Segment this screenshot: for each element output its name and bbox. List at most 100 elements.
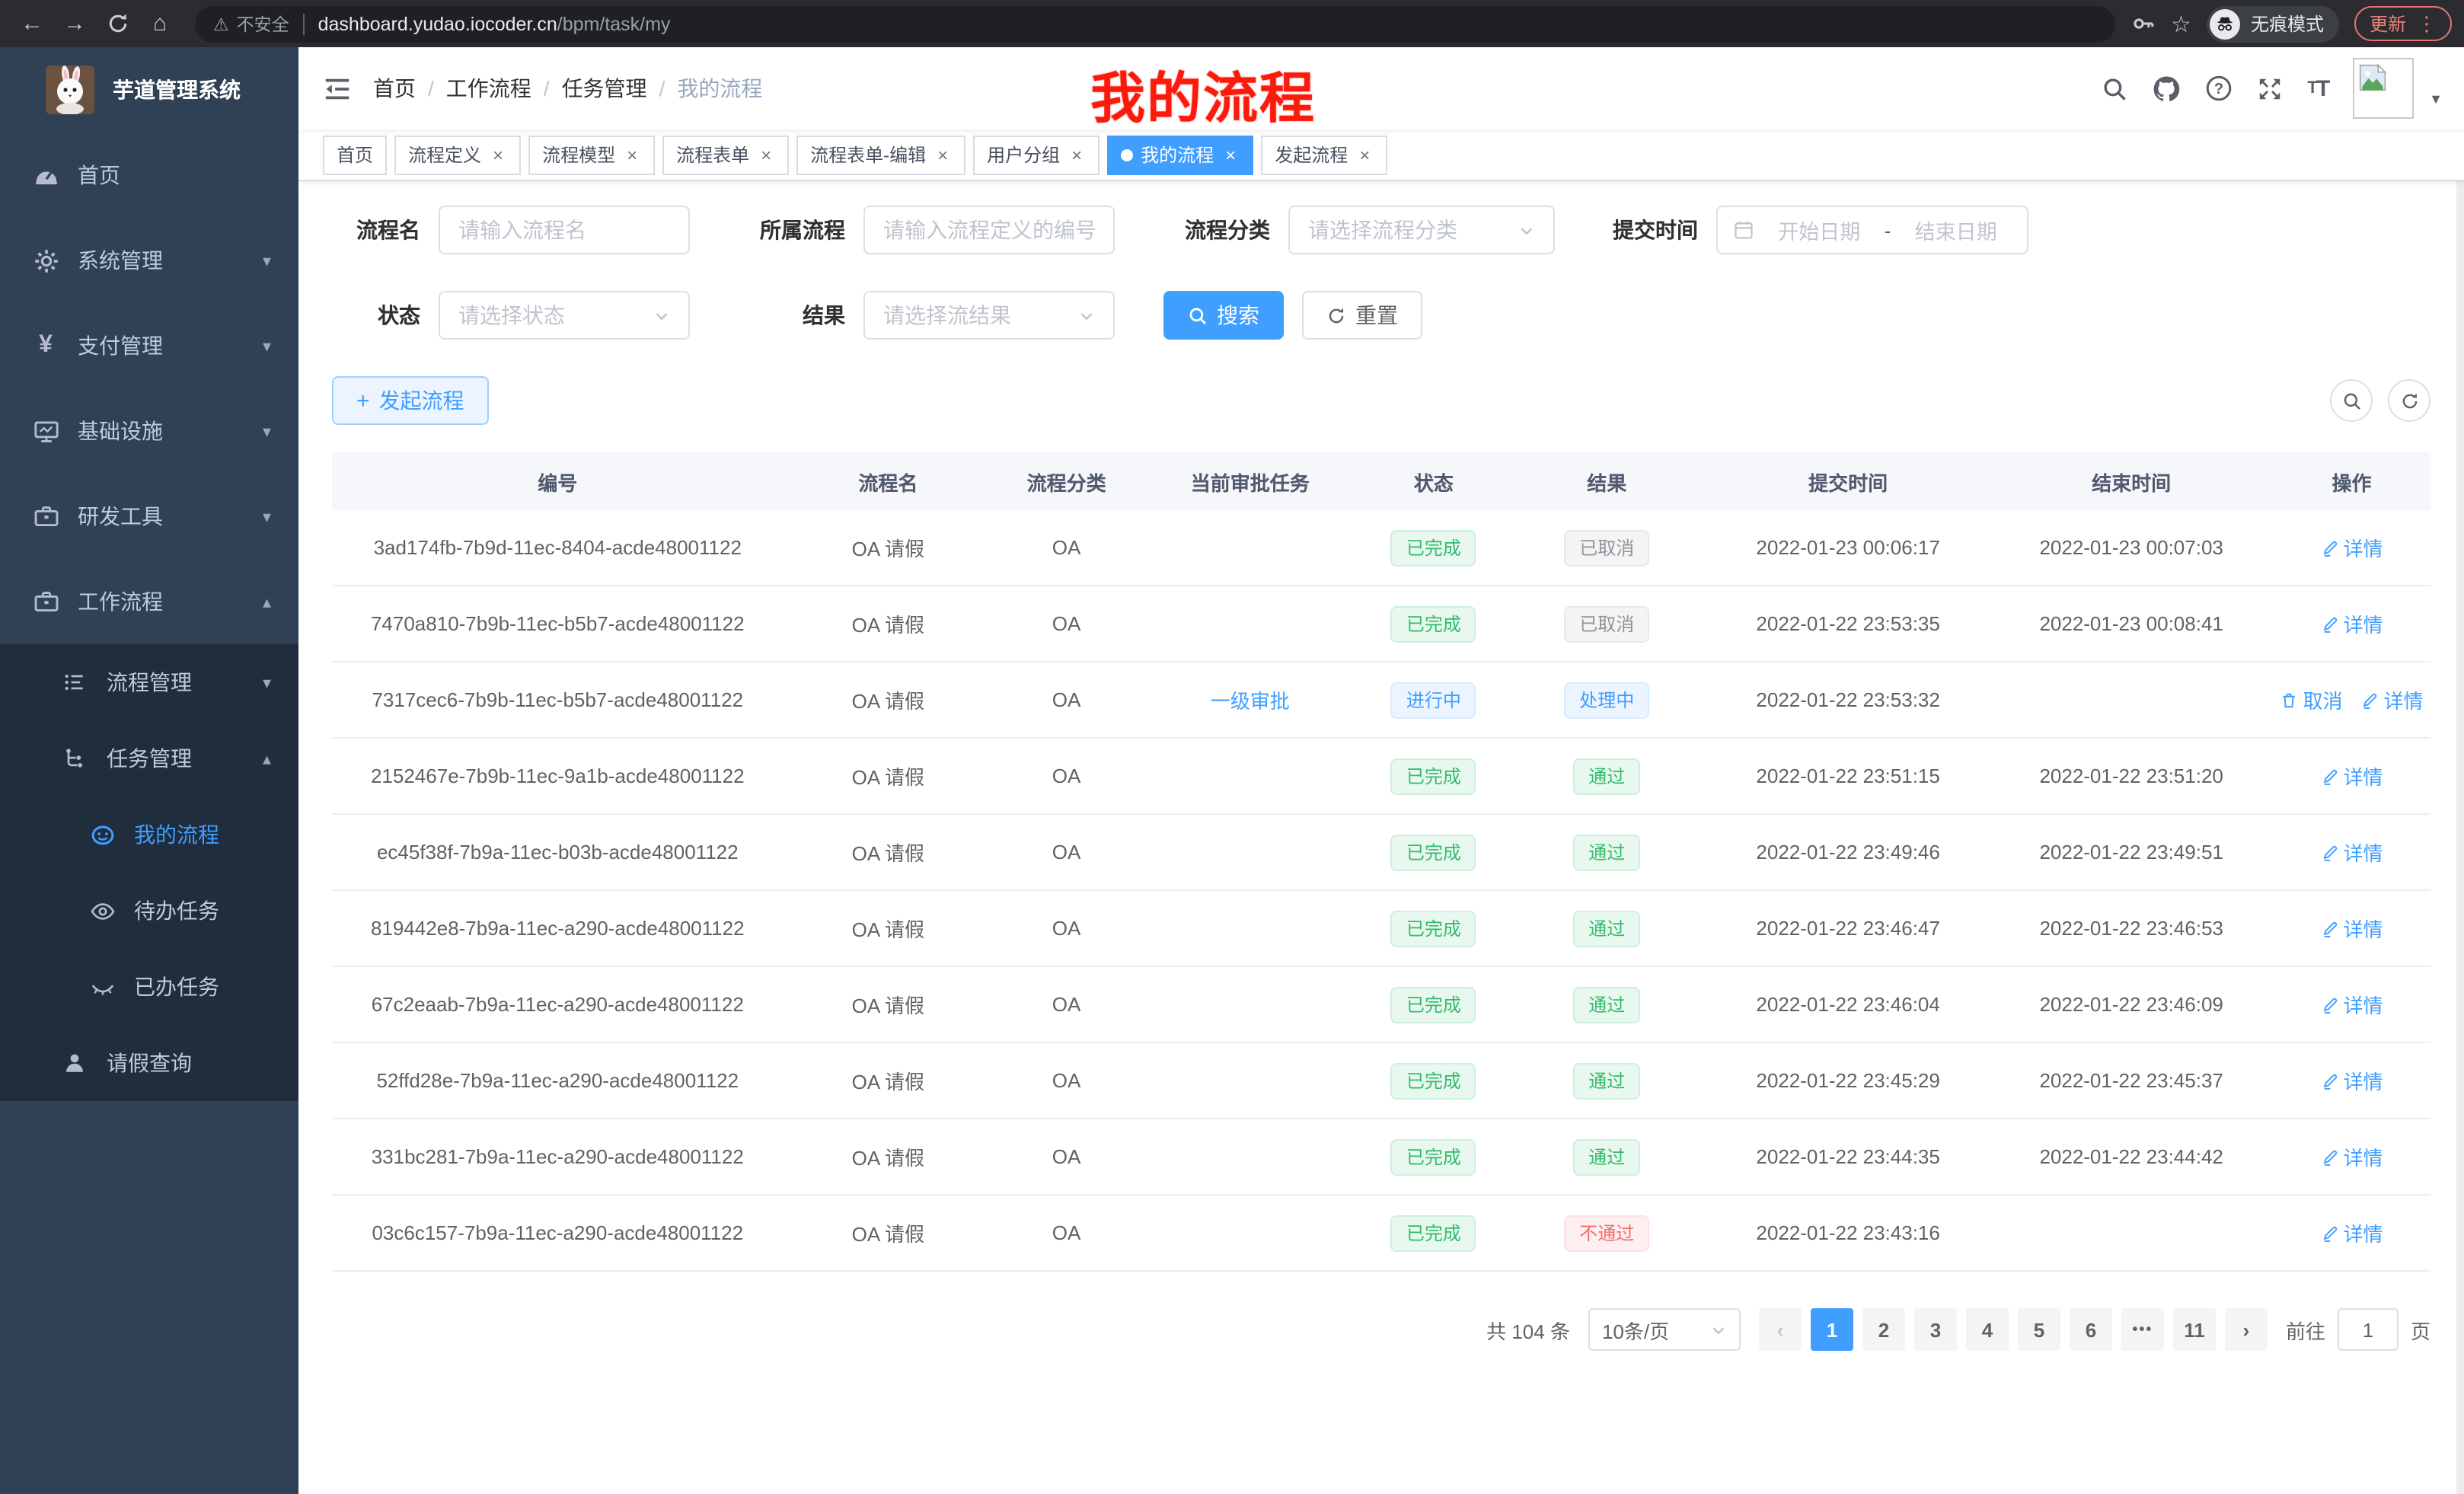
detail-link[interactable]: 详情 xyxy=(2321,609,2383,638)
tab-process-model[interactable]: 流程模型× xyxy=(528,135,655,174)
page-4[interactable]: 4 xyxy=(1966,1308,2009,1351)
password-key-icon[interactable] xyxy=(2130,11,2156,37)
search-button[interactable]: 搜索 xyxy=(1163,291,1284,340)
update-button[interactable]: 更新 ⋮ xyxy=(2354,6,2452,41)
avatar[interactable] xyxy=(2353,58,2414,119)
submit-time-range[interactable]: 开始日期 - 结束日期 xyxy=(1716,206,2028,254)
breadcrumb-task[interactable]: 任务管理 xyxy=(562,73,647,104)
process-name-input[interactable] xyxy=(458,218,670,242)
close-icon[interactable]: × xyxy=(934,144,952,165)
sidebar-item-home[interactable]: 首页 xyxy=(0,132,298,218)
breadcrumb-home[interactable]: 首页 xyxy=(373,73,416,104)
tabs-bar: 首页 流程定义× 流程模型× 流程表单× 流程表单-编辑× 用户分组× 我的流程… xyxy=(298,129,2464,181)
detail-link[interactable]: 详情 xyxy=(2321,838,2383,867)
page-1[interactable]: 1 xyxy=(1811,1308,1853,1351)
sidebar-item-system[interactable]: 系统管理 ▾ xyxy=(0,218,298,303)
page-3[interactable]: 3 xyxy=(1914,1308,1957,1351)
detail-link[interactable]: 详情 xyxy=(2361,685,2424,714)
result-select[interactable]: 请选择流结果 xyxy=(863,291,1115,340)
forward-icon[interactable]: → xyxy=(55,4,94,43)
cancel-link[interactable]: 取消 xyxy=(2280,685,2343,714)
refresh-button[interactable] xyxy=(2388,379,2430,422)
scrollbar[interactable] xyxy=(2456,47,2464,1494)
result-badge: 通过 xyxy=(1573,758,1640,794)
reset-button[interactable]: 重置 xyxy=(1302,291,1422,340)
status-select[interactable]: 请选择状态 xyxy=(439,291,690,340)
detail-link[interactable]: 详情 xyxy=(2321,761,2383,790)
tab-start-process[interactable]: 发起流程× xyxy=(1261,135,1387,174)
fullscreen-icon[interactable] xyxy=(2257,75,2283,101)
sidebar-item-pay[interactable]: ¥ 支付管理 ▾ xyxy=(0,303,298,388)
sidebar-item-workflow[interactable]: 工作流程 ▴ xyxy=(0,559,298,644)
prev-page-icon[interactable]: ‹ xyxy=(1759,1308,1802,1351)
process-id: 03c6c157-7b9a-11ec-a290-acde48001122 xyxy=(332,1221,784,1244)
sidebar-item-process-mgmt[interactable]: 流程管理 ▾ xyxy=(0,644,298,720)
font-size-icon[interactable]: TT xyxy=(2307,75,2328,101)
close-icon[interactable]: × xyxy=(757,144,775,165)
detail-link[interactable]: 详情 xyxy=(2321,533,2383,562)
tab-home[interactable]: 首页 xyxy=(323,135,387,174)
close-icon[interactable]: × xyxy=(489,144,507,165)
pagination: 共 104 条 10条/页 ‹ 1 2 3 4 5 6 ••• 11 xyxy=(332,1308,2430,1351)
sidebar-item-task-mgmt[interactable]: 任务管理 ▴ xyxy=(0,720,298,796)
page-size-select[interactable]: 10条/页 xyxy=(1588,1308,1741,1351)
dashboard-icon xyxy=(32,161,59,189)
page-2[interactable]: 2 xyxy=(1862,1308,1905,1351)
tab-my-process[interactable]: 我的流程× xyxy=(1107,135,1253,174)
app-title: 芋道管理系统 xyxy=(113,75,241,105)
page-ellipsis[interactable]: ••• xyxy=(2121,1308,2164,1351)
tab-process-form-edit[interactable]: 流程表单-编辑× xyxy=(796,135,965,174)
close-icon[interactable]: × xyxy=(1355,144,1374,165)
sidebar-item-dev[interactable]: 研发工具 ▾ xyxy=(0,474,298,559)
address-bar[interactable]: ⚠ 不安全 dashboard.yudao.iocoder.cn/bpm/tas… xyxy=(195,5,2115,42)
sidebar-item-todo-task[interactable]: 待办任务 xyxy=(0,873,298,949)
goto-page-input[interactable] xyxy=(2338,1308,2399,1351)
detail-link[interactable]: 详情 xyxy=(2321,1218,2383,1247)
sidebar-item-leave-query[interactable]: 请假查询 xyxy=(0,1025,298,1101)
show-search-button[interactable] xyxy=(2330,379,2373,422)
close-icon[interactable]: × xyxy=(623,144,641,165)
close-icon[interactable]: × xyxy=(1068,144,1086,165)
detail-link[interactable]: 详情 xyxy=(2321,914,2383,943)
current-task-link[interactable]: 一级审批 xyxy=(1211,685,1290,714)
bookmark-star-icon[interactable]: ☆ xyxy=(2171,10,2191,37)
table-row: ec45f38f-7b9a-11ec-b03b-acde48001122 OA … xyxy=(332,815,2430,891)
start-process-button[interactable]: + 发起流程 xyxy=(332,376,489,425)
page-5[interactable]: 5 xyxy=(2018,1308,2060,1351)
detail-link[interactable]: 详情 xyxy=(2321,1142,2383,1171)
reload-icon[interactable] xyxy=(97,4,137,43)
sidebar-item-my-process[interactable]: 我的流程 xyxy=(0,796,298,873)
next-page-icon[interactable]: › xyxy=(2225,1308,2268,1351)
tab-process-form[interactable]: 流程表单× xyxy=(662,135,789,174)
tab-process-definition[interactable]: 流程定义× xyxy=(394,135,521,174)
detail-link[interactable]: 详情 xyxy=(2321,1066,2383,1095)
github-icon[interactable] xyxy=(2152,74,2181,103)
avatar-caret-icon[interactable]: ▼ xyxy=(2429,91,2443,107)
process-definition-input[interactable] xyxy=(883,218,1095,242)
screen: ← → ⌂ ⚠ 不安全 dashboard.yudao.iocoder.cn/b… xyxy=(0,0,2464,1494)
process-id: 2152467e-7b9b-11ec-9a1b-acde48001122 xyxy=(332,765,784,787)
detail-link[interactable]: 详情 xyxy=(2321,990,2383,1019)
category-select[interactable]: 请选择流程分类 xyxy=(1288,206,1555,254)
home-icon[interactable]: ⌂ xyxy=(140,4,180,43)
browser-menu-icon[interactable]: ⋮ xyxy=(2417,14,2437,34)
table-row: 03c6c157-7b9a-11ec-a290-acde48001122 OA … xyxy=(332,1196,2430,1272)
hamburger-icon[interactable] xyxy=(298,74,373,103)
chevron-down-icon xyxy=(1518,222,1535,238)
app-logo[interactable]: 芋道管理系统 xyxy=(0,47,298,132)
tab-user-group[interactable]: 用户分组× xyxy=(973,135,1100,174)
back-icon[interactable]: ← xyxy=(12,4,52,43)
search-icon[interactable] xyxy=(2102,75,2127,101)
chevron-down-icon xyxy=(653,307,670,324)
page-6[interactable]: 6 xyxy=(2070,1308,2112,1351)
sidebar-item-infra[interactable]: 基础设施 ▾ xyxy=(0,388,298,474)
gear-icon xyxy=(32,247,59,274)
help-icon[interactable]: ? xyxy=(2205,75,2233,102)
page-11[interactable]: 11 xyxy=(2173,1308,2216,1351)
breadcrumb-workflow[interactable]: 工作流程 xyxy=(446,73,531,104)
close-icon[interactable]: × xyxy=(1221,144,1240,165)
svg-text:?: ? xyxy=(2214,81,2223,97)
monitor-icon xyxy=(32,417,59,445)
sidebar-item-done-task[interactable]: 已办任务 xyxy=(0,949,298,1025)
chevron-up-icon: ▴ xyxy=(263,592,271,611)
